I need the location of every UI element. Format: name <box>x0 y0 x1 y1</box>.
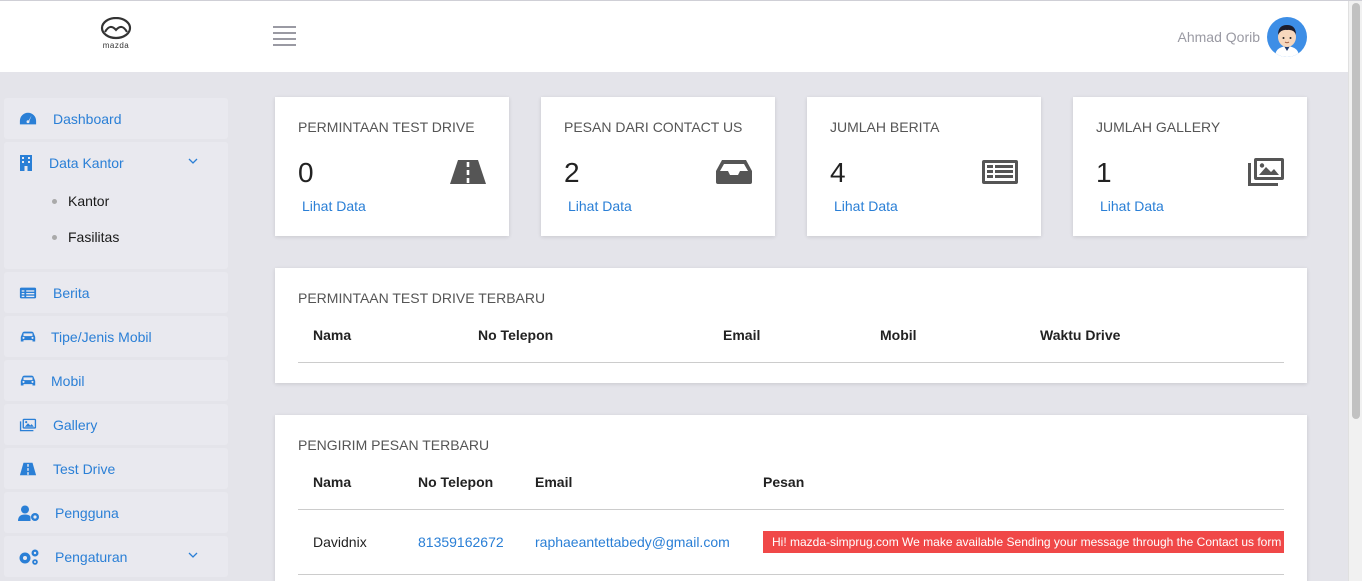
sidebar-item-label: Pengaturan <box>55 548 128 565</box>
stat-title: PESAN DARI CONTACT US <box>564 119 743 135</box>
sidebar-item-label: Data Kantor <box>49 154 124 171</box>
panel-title: PERMINTAAN TEST DRIVE TERBARU <box>298 290 546 306</box>
scrollbar-thumb[interactable] <box>1352 3 1360 419</box>
stat-card-gallery: JUMLAH GALLERY 1 Lihat Data <box>1073 97 1307 236</box>
car-icon <box>18 328 38 346</box>
chevron-down-icon <box>188 158 198 164</box>
chevron-down-icon <box>188 552 198 558</box>
stat-value: 1 <box>1096 157 1112 188</box>
stat-card-test-drive: PERMINTAAN TEST DRIVE 0 Lihat Data <box>275 97 509 236</box>
column-header-waktu-drive: Waktu Drive <box>1040 327 1121 343</box>
menu-toggle-icon[interactable] <box>273 26 296 47</box>
column-header-nama: Nama <box>313 327 352 343</box>
sidebar-item-label: Tipe/Jenis Mobil <box>51 328 152 345</box>
stat-value: 2 <box>564 157 580 188</box>
column-header-nama: Nama <box>313 474 352 490</box>
view-data-link[interactable]: Lihat Data <box>568 198 632 214</box>
sidebar-item-label: Test Drive <box>53 460 116 477</box>
sidebar-item-dashboard[interactable]: Dashboard <box>4 98 228 139</box>
building-icon <box>18 154 34 172</box>
cogs-icon <box>18 548 40 566</box>
table-divider <box>298 362 1284 363</box>
view-data-link[interactable]: Lihat Data <box>1100 198 1164 214</box>
stat-title: PERMINTAAN TEST DRIVE <box>298 119 475 135</box>
messages-panel: PENGIRIM PESAN TERBARU Nama No Telepon E… <box>275 415 1307 581</box>
sidebar-item-pengguna[interactable]: Pengguna <box>4 492 228 533</box>
bullet-icon <box>52 198 57 204</box>
table-divider <box>298 574 1284 575</box>
sidebar-item-berita[interactable]: Berita <box>4 272 228 313</box>
car-icon <box>18 372 38 390</box>
cell-phone-link[interactable]: 81359162672 <box>418 534 504 550</box>
top-bar: mazda Ahmad Qorib <box>0 1 1348 72</box>
sidebar-group-data-kantor: Data Kantor Kantor Fasilitas <box>4 142 228 269</box>
sidebar-item-data-kantor[interactable]: Data Kantor <box>4 142 228 183</box>
column-header-no-telepon: No Telepon <box>478 327 554 343</box>
cell-email-link[interactable]: raphaeantettabedy@gmail.com <box>535 534 730 550</box>
sidebar: Dashboard Data Kantor Kantor Fasilitas B… <box>4 98 228 580</box>
column-header-email: Email <box>535 474 573 490</box>
test-drive-panel: PERMINTAAN TEST DRIVE TERBARU Nama No Te… <box>275 268 1307 383</box>
user-cog-icon <box>18 504 40 522</box>
column-header-mobil: Mobil <box>880 327 917 343</box>
sidebar-item-gallery[interactable]: Gallery <box>4 404 228 445</box>
sidebar-submenu: Kantor Fasilitas <box>4 183 228 269</box>
dashboard-icon <box>18 110 38 128</box>
stat-value: 0 <box>298 157 314 188</box>
sidebar-item-mobil[interactable]: Mobil <box>4 360 228 401</box>
view-data-link[interactable]: Lihat Data <box>834 198 898 214</box>
sidebar-item-label: Gallery <box>53 416 98 433</box>
stat-title: JUMLAH GALLERY <box>1096 119 1221 135</box>
view-data-link[interactable]: Lihat Data <box>302 198 366 214</box>
cell-nama: Davidnix <box>313 534 367 550</box>
newspaper-icon <box>981 157 1019 187</box>
user-name[interactable]: Ahmad Qorib <box>1178 29 1260 45</box>
inbox-icon <box>715 157 753 187</box>
sidebar-item-label: Mobil <box>51 372 85 389</box>
stat-value: 4 <box>830 157 846 188</box>
stat-card-berita: JUMLAH BERITA 4 Lihat Data <box>807 97 1041 236</box>
sidebar-item-tipe-jenis-mobil[interactable]: Tipe/Jenis Mobil <box>4 316 228 357</box>
mazda-logo[interactable]: mazda <box>96 16 136 55</box>
sidebar-item-label: Berita <box>53 284 90 301</box>
logo-text: mazda <box>102 41 130 50</box>
road-icon <box>449 157 487 187</box>
panel-title: PENGIRIM PESAN TERBARU <box>298 437 490 453</box>
column-header-email: Email <box>723 327 761 343</box>
sidebar-subitem-fasilitas[interactable]: Fasilitas <box>52 219 228 255</box>
avatar-face-icon <box>1275 25 1299 57</box>
column-header-no-telepon: No Telepon <box>418 474 494 490</box>
message-badge[interactable]: Hi! mazda-simprug.com We make available … <box>763 531 1284 553</box>
newspaper-icon <box>18 284 38 302</box>
sidebar-item-pengaturan[interactable]: Pengaturan <box>4 536 228 577</box>
images-icon <box>18 416 38 434</box>
sidebar-item-label: Dashboard <box>53 110 122 127</box>
road-icon <box>18 460 38 478</box>
images-icon <box>1247 157 1285 187</box>
sidebar-subitem-label: Kantor <box>68 193 110 209</box>
user-avatar[interactable] <box>1267 17 1307 57</box>
page-scrollbar[interactable] <box>1348 1 1362 581</box>
stat-title: JUMLAH BERITA <box>830 119 940 135</box>
mazda-emblem-icon <box>100 16 132 40</box>
sidebar-item-label: Pengguna <box>55 504 119 521</box>
bullet-icon <box>52 234 57 240</box>
sidebar-subitem-label: Fasilitas <box>68 229 120 245</box>
sidebar-subitem-kantor[interactable]: Kantor <box>52 183 228 219</box>
column-header-pesan: Pesan <box>763 474 805 490</box>
stat-card-contact-us: PESAN DARI CONTACT US 2 Lihat Data <box>541 97 775 236</box>
table-divider <box>298 509 1284 510</box>
sidebar-item-test-drive[interactable]: Test Drive <box>4 448 228 489</box>
